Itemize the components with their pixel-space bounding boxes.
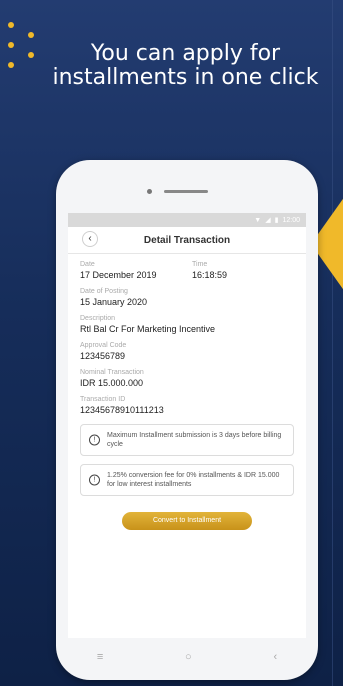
txid-label: Transaction ID [80,396,126,403]
posting-field: Date of Posting 15 January 2020 [80,287,294,308]
android-nav-bar: ≡ ○ ‹ [56,648,318,666]
time-label: Time [192,261,208,268]
info-icon: ! [89,434,100,446]
status-bar: ▼ ◢ ▮ 12:00 [68,213,306,227]
date-label: Date [80,261,95,268]
approval-value: 123456789 [80,351,126,361]
posting-value: 15 January 2020 [80,297,148,307]
nominal-field: Nominal Transaction IDR 15.000.000 [80,368,294,389]
signal-icon: ◢ [265,217,271,224]
nominal-label: Nominal Transaction [80,369,144,376]
back-nav-icon[interactable]: ‹ [273,651,277,663]
description-value: Rtl Bal Cr For Marketing Incentive [80,324,216,334]
promo-screen: You can apply for installments in one cl… [0,0,343,686]
txid-field: Transaction ID 12345678910111213 [80,395,294,416]
back-button[interactable]: ‹ [82,231,98,247]
date-field: Date 17 December 2019 [80,260,192,281]
nominal-value: IDR 15.000.000 [80,378,144,388]
transaction-details: Date 17 December 2019 Time 16:18:59 Date… [68,254,306,530]
info-box-fee: ! 1.25% conversion fee for 0% installmen… [80,464,294,496]
headline: You can apply for installments in one cl… [40,42,331,90]
screen-header: ‹ Detail Transaction [68,227,306,254]
home-icon[interactable]: ○ [185,651,192,663]
approval-field: Approval Code 123456789 [80,341,294,362]
camera-icon [147,189,152,194]
phone-mockup: ▼ ◢ ▮ 12:00 ‹ Detail Transaction Date 17… [56,160,318,680]
status-time: 12:00 [282,216,300,224]
date-value: 17 December 2019 [80,270,157,280]
txid-value: 12345678910111213 [80,405,164,415]
info-text-fee: 1.25% conversion fee for 0% installments… [107,472,280,488]
battery-icon: ▮ [274,217,279,224]
speaker-grille [164,190,208,193]
description-label: Description [80,315,116,322]
description-field: Description Rtl Bal Cr For Marketing Inc… [80,314,294,335]
time-value: 16:18:59 [192,270,228,280]
posting-label: Date of Posting [80,288,128,295]
wifi-icon: ▼ [254,216,262,224]
info-icon: ! [89,474,100,486]
convert-to-installment-button[interactable]: Convert to Installment [122,512,252,530]
right-edge-line [332,0,333,686]
info-text-submission: Maximum Installment submission is 3 days… [107,432,282,448]
decorative-dots-icon [8,22,42,68]
menu-icon[interactable]: ≡ [97,651,103,663]
headline-line-2: installments in one click [52,65,319,90]
screen-title: Detail Transaction [143,234,231,246]
phone-screen: ▼ ◢ ▮ 12:00 ‹ Detail Transaction Date 17… [68,213,306,638]
info-box-submission: ! Maximum Installment submission is 3 da… [80,424,294,456]
approval-label: Approval Code [80,342,127,349]
time-field: Time 16:18:59 [192,260,227,281]
headline-line-1: You can apply for [90,41,281,66]
